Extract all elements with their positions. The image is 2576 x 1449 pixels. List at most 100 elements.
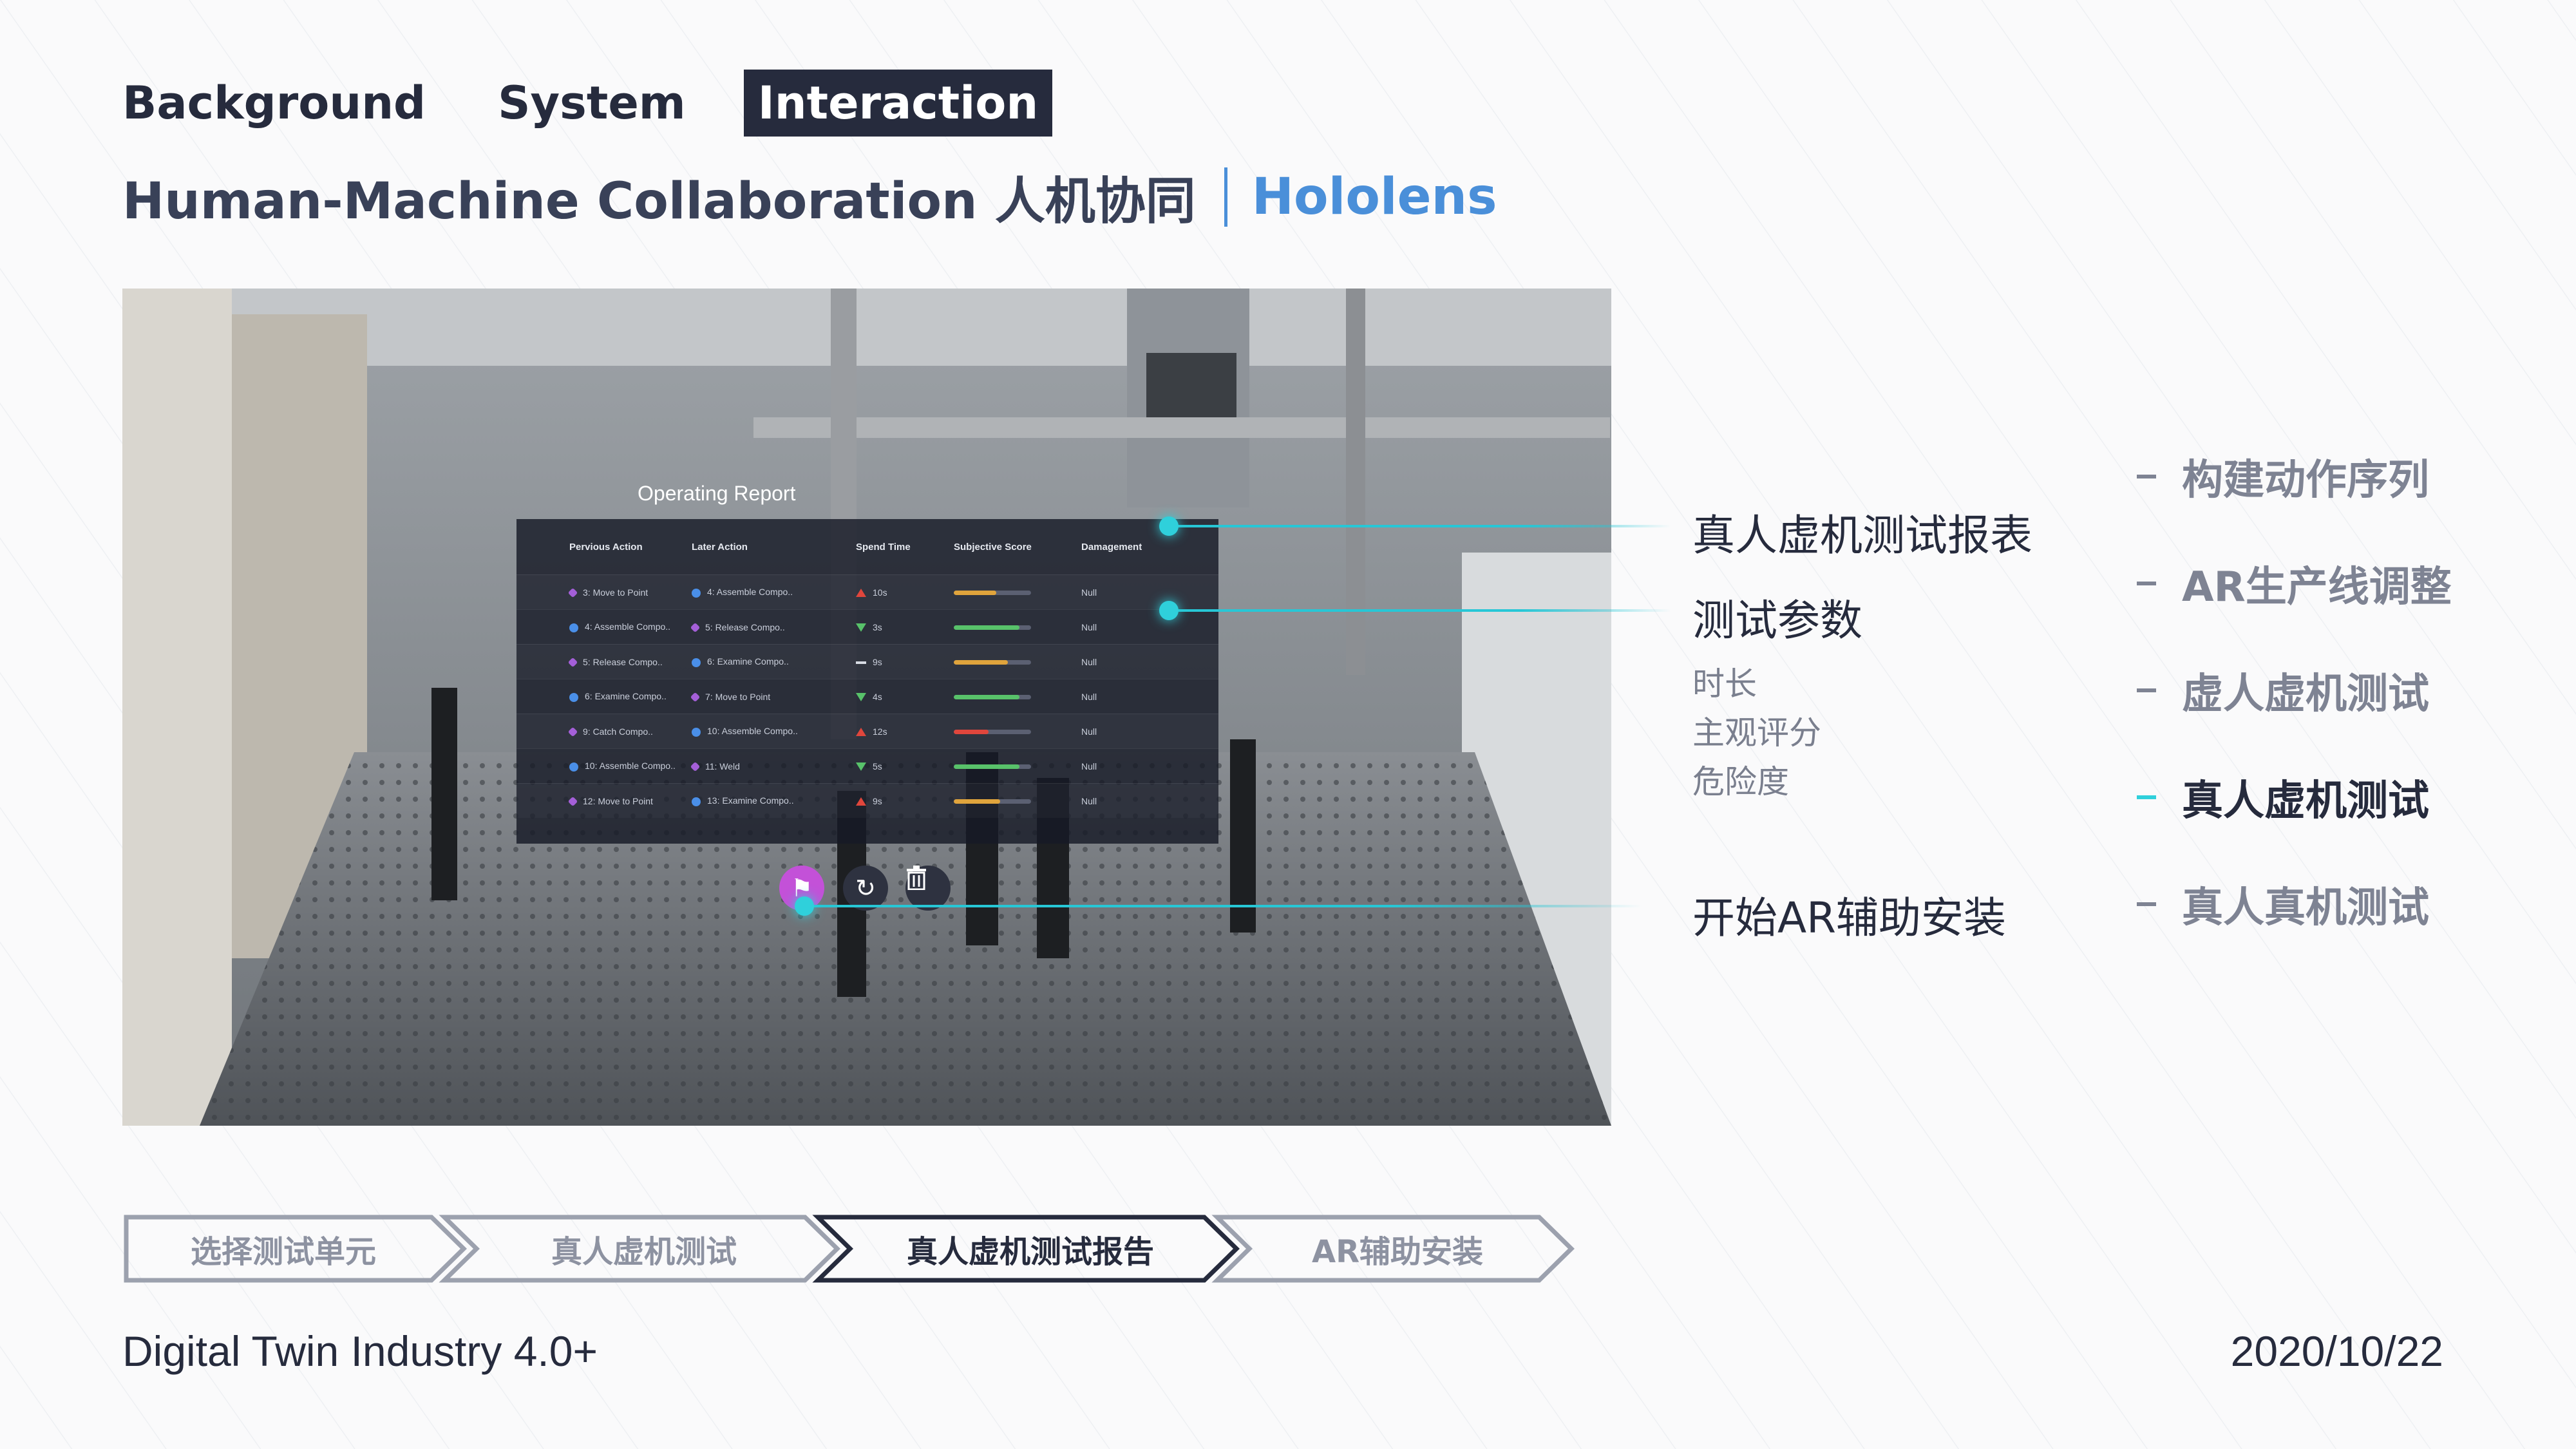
trend-icon bbox=[856, 623, 866, 632]
cell-later-action: 4: Assemble Compo.. bbox=[692, 587, 856, 598]
previous-action-text: 10: Assemble Compo.. bbox=[585, 761, 676, 772]
page-subtitle: Human-Machine Collaboration 人机协同 Hololen… bbox=[122, 158, 1497, 236]
spend-time-text: 3s bbox=[873, 621, 882, 632]
flow-select-unit[interactable]: 选择测试单元 bbox=[135, 1213, 431, 1284]
step-label: AR生产线调整 bbox=[2182, 564, 2452, 611]
action-icon bbox=[569, 762, 578, 772]
spend-time-text: 5s bbox=[873, 761, 882, 772]
report-row: 10: Assemble Compo.. 11: Weld 5s Null bbox=[516, 748, 1218, 783]
subtitle-divider bbox=[1224, 167, 1227, 227]
flow-ar-assist-install[interactable]: AR辅助安装 bbox=[1256, 1213, 1539, 1284]
cell-previous-action: 9: Catch Compo.. bbox=[516, 726, 692, 737]
header-damagement: Damagement bbox=[1081, 541, 1142, 553]
previous-action-text: 6: Examine Compo.. bbox=[585, 691, 667, 702]
later-action-text: 7: Move to Point bbox=[705, 691, 771, 702]
report-row: 4: Assemble Compo.. 5: Release Compo.. 3s N… bbox=[516, 609, 1218, 644]
step-bullet bbox=[2137, 902, 2156, 906]
score-bar-fill bbox=[954, 625, 1019, 630]
later-action-text: 4: Assemble Compo.. bbox=[707, 587, 793, 598]
score-bar bbox=[954, 660, 1031, 665]
cell-damagement: Null bbox=[1081, 691, 1097, 702]
cell-subjective-score bbox=[954, 761, 1081, 772]
action-icon bbox=[567, 588, 578, 598]
tab-system[interactable]: System bbox=[498, 70, 686, 137]
cell-previous-action: 6: Examine Compo.. bbox=[516, 691, 692, 702]
later-action-text: 6: Examine Compo.. bbox=[707, 656, 789, 667]
cell-later-action: 5: Release Compo.. bbox=[690, 622, 856, 633]
delete-button[interactable] bbox=[905, 866, 951, 911]
later-action-text: 13: Examine Compo.. bbox=[707, 795, 794, 806]
flow-real-human-virtual-test[interactable]: 真人虚机测试 bbox=[483, 1213, 805, 1284]
score-bar bbox=[954, 695, 1031, 700]
action-icon bbox=[692, 797, 701, 806]
cell-spend-time: 10s bbox=[856, 587, 954, 598]
score-bar-fill bbox=[954, 660, 1008, 665]
report-row: 5: Release Compo.. 6: Examine Compo.. 9s Nu… bbox=[516, 644, 1218, 679]
step-bullet-active bbox=[2137, 795, 2156, 799]
score-bar bbox=[954, 764, 1031, 770]
spend-time-text: 9s bbox=[873, 656, 882, 667]
previous-action-text: 12: Move to Point bbox=[583, 795, 653, 806]
cell-damagement: Null bbox=[1081, 761, 1097, 772]
header-previous-action: Pervious Action bbox=[569, 541, 643, 553]
cell-subjective-score bbox=[954, 587, 1081, 598]
score-bar-fill bbox=[954, 695, 1019, 700]
param-subjective-score: 主观评分 bbox=[1692, 714, 1821, 752]
report-rows: 3: Move to Point 4: Assemble Compo.. 10s Nu… bbox=[516, 574, 1218, 818]
trend-icon bbox=[856, 661, 866, 664]
step-bullet bbox=[2137, 582, 2156, 585]
score-bar bbox=[954, 625, 1031, 630]
action-icon bbox=[567, 727, 578, 737]
connector-report bbox=[1169, 525, 1671, 527]
trend-icon bbox=[856, 589, 866, 598]
trend-icon bbox=[856, 797, 866, 806]
step-ar-line-adjust: AR生产线调整 bbox=[2137, 558, 2452, 611]
cell-subjective-score bbox=[954, 692, 1081, 702]
action-icon bbox=[690, 623, 701, 633]
action-icon bbox=[690, 692, 701, 703]
cell-damagement: Null bbox=[1081, 795, 1097, 806]
action-icon bbox=[569, 692, 578, 702]
cell-later-action: 11: Weld bbox=[690, 761, 856, 772]
trend-icon bbox=[856, 728, 866, 737]
cell-later-action: 7: Move to Point bbox=[690, 691, 856, 703]
connector-dot-report bbox=[1159, 516, 1179, 536]
cell-spend-time: 9s bbox=[856, 657, 954, 667]
action-icon bbox=[692, 658, 701, 667]
previous-action-text: 9: Catch Compo.. bbox=[583, 726, 653, 737]
step-label: 虚人虚机测试 bbox=[2182, 670, 2429, 718]
step-virtual-human-virtual-machine: 虚人虚机测试 bbox=[2137, 665, 2429, 718]
flow-test-report[interactable]: 真人虚机测试报告 bbox=[857, 1213, 1204, 1284]
cell-previous-action: 3: Move to Point bbox=[516, 587, 692, 598]
score-bar-fill bbox=[954, 730, 989, 735]
footer-brand: Digital Twin Industry 4.0+ bbox=[122, 1327, 598, 1375]
score-bar bbox=[954, 730, 1031, 735]
later-action-text: 10: Assemble Compo.. bbox=[707, 726, 798, 737]
cell-spend-time: 4s bbox=[856, 692, 954, 702]
cell-previous-action: 12: Move to Point bbox=[516, 795, 692, 807]
footer-date: 2020/10/22 bbox=[2230, 1327, 2443, 1375]
step-bullet bbox=[2137, 475, 2156, 478]
callout-start-ar: 开始AR辅助安装 bbox=[1692, 893, 2007, 943]
cell-later-action: 13: Examine Compo.. bbox=[692, 795, 856, 806]
subtitle-highlight: Hololens bbox=[1251, 168, 1497, 226]
cell-spend-time: 9s bbox=[856, 796, 954, 806]
trend-icon bbox=[856, 693, 866, 702]
tab-interaction[interactable]: Interaction bbox=[743, 70, 1053, 137]
subtitle-main: Human-Machine Collaboration 人机协同 bbox=[122, 173, 1196, 231]
report-title: Operating Report bbox=[638, 482, 796, 505]
action-icon bbox=[569, 623, 578, 632]
spend-time-text: 12s bbox=[873, 726, 887, 737]
cell-damagement: Null bbox=[1081, 726, 1097, 737]
report-row: 9: Catch Compo.. 10: Assemble Compo.. 12s N… bbox=[516, 714, 1218, 748]
reset-button[interactable]: ↻ bbox=[843, 866, 888, 911]
score-bar-fill bbox=[954, 799, 1000, 804]
cell-spend-time: 12s bbox=[856, 726, 954, 737]
action-icon bbox=[690, 762, 701, 772]
report-header-row: Pervious Action Later Action Spend Time … bbox=[516, 519, 1218, 574]
tab-background[interactable]: Background bbox=[122, 70, 426, 137]
score-bar bbox=[954, 799, 1031, 804]
top-nav: Background System Interaction bbox=[122, 70, 1124, 137]
param-danger-level: 危险度 bbox=[1692, 763, 1789, 800]
cell-damagement: Null bbox=[1081, 587, 1097, 598]
